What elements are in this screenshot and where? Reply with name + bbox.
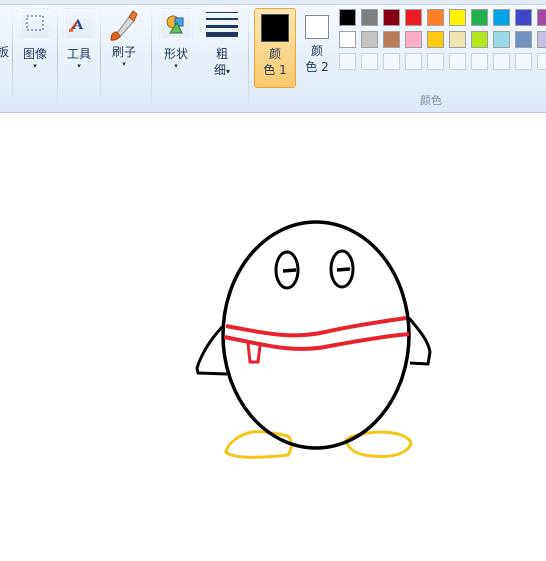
tools-button[interactable]: A 工具 ▾ [60,8,98,88]
palette-swatch[interactable] [361,53,378,70]
color1-label-1: 颜 [268,47,281,61]
right-arm-stroke [407,317,432,366]
palette-swatch[interactable] [515,9,532,26]
line-width-icon [205,8,239,38]
ribbon: 板 图像 ▾ A 工具 ▾ 刷子 ▾ 形状 ▾ 粗 细▾ 颜 色 1 颜 色 2… [0,0,546,113]
palette-swatch[interactable] [427,31,444,48]
left-foot-stroke [224,430,293,459]
colors-group-label: 颜色 [420,94,442,107]
color2-label-1: 颜 [310,44,323,58]
palette-swatch[interactable] [471,31,488,48]
palette-swatch[interactable] [339,31,356,48]
brushes-label: 刷子 [111,45,136,59]
palette-swatch[interactable] [361,31,378,48]
chevron-down-icon: ▾ [33,62,37,70]
brushes-button[interactable]: 刷子 ▾ [104,8,144,88]
size-label-2: 细 [213,63,226,77]
palette-swatch[interactable] [493,53,510,70]
palette-swatch[interactable] [427,53,444,70]
separator [248,8,249,108]
palette-swatch[interactable] [383,9,400,26]
color2-button[interactable]: 颜 色 2 [297,8,337,86]
chevron-down-icon: ▾ [226,67,231,76]
scarf-top-stroke [225,316,407,338]
palette-swatch[interactable] [405,53,422,70]
palette-swatch[interactable] [471,53,488,70]
palette-swatch[interactable] [537,31,546,48]
palette-swatch[interactable] [405,9,422,26]
palette-swatch[interactable] [493,9,510,26]
palette-swatch[interactable] [405,31,422,48]
color1-label-2: 色 1 [263,63,287,77]
separator [100,8,101,108]
text-tool-icon: A [63,8,95,40]
select-icon [19,8,51,40]
separator [12,8,13,108]
image-label: 图像 [22,47,47,61]
shapes-button[interactable]: 形状 ▾ [156,8,196,88]
shapes-icon [159,8,193,40]
tools-label: 工具 [66,47,91,61]
palette-swatch[interactable] [449,9,466,26]
color1-swatch [261,14,289,42]
palette-swatch[interactable] [515,31,532,48]
separator [151,8,152,108]
palette-swatch[interactable] [383,53,400,70]
right-pupil-stroke [336,267,351,272]
brush-icon [107,8,141,42]
palette-swatch[interactable] [493,31,510,48]
palette-swatch[interactable] [383,31,400,48]
scarf-bottom-stroke [223,332,410,351]
palette-swatch[interactable] [449,31,466,48]
palette-swatch[interactable] [449,53,466,70]
color2-swatch [305,15,329,39]
size-label-1: 粗 [215,47,228,61]
palette-swatch[interactable] [361,9,378,26]
shapes-label: 形状 [163,47,188,61]
chevron-down-icon: ▾ [77,62,81,70]
color2-label-2: 色 2 [305,60,329,74]
color1-button[interactable]: 颜 色 1 [254,8,296,88]
palette-swatch[interactable] [339,53,356,70]
drawing-canvas[interactable] [0,113,546,557]
clipboard-button[interactable]: 板 [0,44,12,60]
separator [57,8,58,108]
palette-swatch[interactable] [537,9,546,26]
clipboard-label: 板 [0,45,9,59]
image-button[interactable]: 图像 ▾ [16,8,54,88]
palette-swatch[interactable] [339,9,356,26]
size-label-2-wrap: 细▾ [200,62,244,80]
ribbon-top-edge [0,0,546,5]
size-button[interactable]: 粗 细▾ [200,8,244,88]
left-pupil-stroke [282,268,297,273]
drawing [195,220,432,459]
chevron-down-icon: ▾ [174,62,178,70]
palette-swatch[interactable] [537,53,546,70]
palette-swatch[interactable] [471,9,488,26]
palette-swatch[interactable] [515,53,532,70]
palette-swatch[interactable] [427,9,444,26]
chevron-down-icon: ▾ [122,60,126,68]
